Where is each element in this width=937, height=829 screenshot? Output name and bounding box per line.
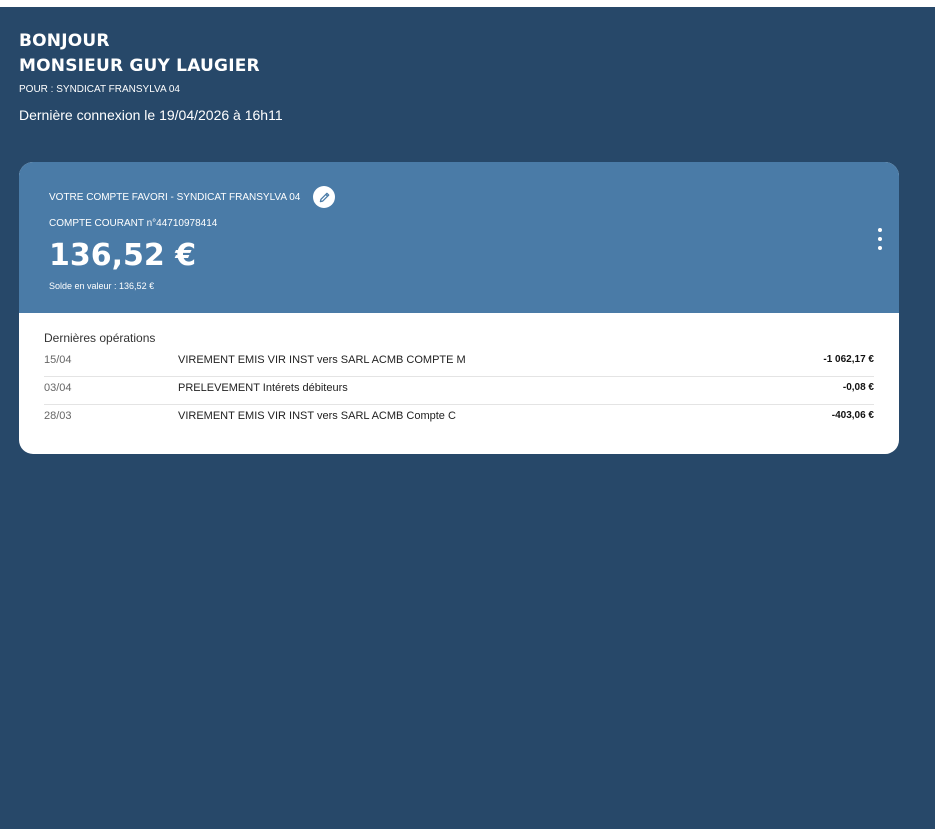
- greeting-hello: BONJOUR: [19, 31, 110, 51]
- operation-date: 15/04: [44, 354, 72, 366]
- dashboard-panel: BONJOUR MONSIEUR GUY LAUGIER POUR : SYND…: [0, 7, 935, 829]
- recent-operations: Dernières opérations 15/04 VIREMENT EMIS…: [44, 330, 874, 432]
- operation-amount: -1 062,17 €: [823, 354, 874, 365]
- menu-dot: [878, 228, 882, 232]
- operation-row[interactable]: 28/03 VIREMENT EMIS VIR INST vers SARL A…: [44, 405, 874, 432]
- account-number: COMPTE COURANT n°44710978414: [49, 218, 218, 229]
- operation-amount: -0,08 €: [842, 382, 874, 393]
- operation-row[interactable]: 15/04 VIREMENT EMIS VIR INST vers SARL A…: [44, 349, 874, 377]
- operations-title: Dernières opérations: [44, 331, 156, 345]
- account-balance: 136,52 €: [49, 238, 197, 273]
- operation-amount: -403,06 €: [831, 410, 874, 421]
- vertical-ellipsis-icon[interactable]: [875, 228, 885, 250]
- operation-label: PRELEVEMENT Intérets débiteurs: [178, 382, 348, 394]
- favorite-account-card[interactable]: VOTRE COMPTE FAVORI - SYNDICAT FRANSYLVA…: [19, 162, 899, 454]
- last-login-text: Dernière connexion le 19/04/2026 à 16h11: [19, 107, 283, 123]
- favorite-account-label: VOTRE COMPTE FAVORI - SYNDICAT FRANSYLVA…: [49, 191, 301, 203]
- favorite-account-row: VOTRE COMPTE FAVORI - SYNDICAT FRANSYLVA…: [49, 186, 336, 208]
- pencil-icon: [319, 192, 330, 202]
- account-card-header: VOTRE COMPTE FAVORI - SYNDICAT FRANSYLVA…: [19, 162, 899, 313]
- greeting-user-name: MONSIEUR GUY LAUGIER: [19, 56, 260, 76]
- edit-favorite-button[interactable]: [313, 186, 336, 208]
- operation-label: VIREMENT EMIS VIR INST vers SARL ACMB Co…: [178, 410, 456, 422]
- menu-dot: [878, 246, 882, 250]
- menu-dot: [878, 237, 882, 241]
- operation-date: 03/04: [44, 382, 72, 394]
- operation-label: VIREMENT EMIS VIR INST vers SARL ACMB CO…: [178, 354, 466, 366]
- operation-date: 28/03: [44, 410, 72, 422]
- client-entity: POUR : SYNDICAT FRANSYLVA 04: [19, 84, 180, 95]
- operation-row[interactable]: 03/04 PRELEVEMENT Intérets débiteurs -0,…: [44, 377, 874, 405]
- value-balance: Solde en valeur : 136,52 €: [49, 281, 155, 291]
- greeting-block: BONJOUR MONSIEUR GUY LAUGIER POUR : SYND…: [19, 29, 283, 124]
